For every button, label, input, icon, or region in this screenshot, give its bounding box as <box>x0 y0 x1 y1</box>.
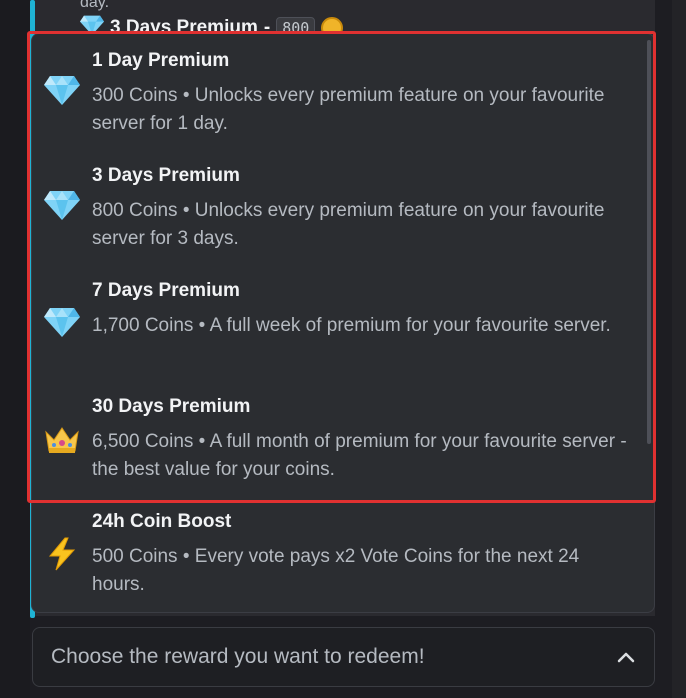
option-description: 300 Coins • Unlocks every premium featur… <box>92 85 605 134</box>
select-placeholder: Choose the reward you want to redeem! <box>51 645 425 668</box>
option-title: 3 Days Premium <box>92 165 240 186</box>
option-7-days-premium[interactable]: 7 Days Premium 1,700 Coins • A full week… <box>32 264 654 379</box>
option-3-days-premium[interactable]: 3 Days Premium 800 Coins • Unlocks every… <box>32 149 654 264</box>
lightning-icon <box>44 537 80 573</box>
option-description: 800 Coins • Unlocks every premium featur… <box>92 200 605 249</box>
option-description: 500 Coins • Every vote pays x2 Vote Coin… <box>92 546 580 595</box>
option-1-day-premium[interactable]: 1 Day Premium 300 Coins • Unlocks every … <box>32 34 654 149</box>
option-30-days-premium[interactable]: 30 Days Premium 6,500 Coins • A full mon… <box>32 380 654 495</box>
gem-icon <box>44 306 80 342</box>
sidebar-edge <box>0 0 30 698</box>
option-24h-coin-boost[interactable]: 24h Coin Boost 500 Coins • Every vote pa… <box>32 495 654 610</box>
gem-icon <box>44 74 80 110</box>
option-title: 30 Days Premium <box>92 396 251 417</box>
option-title: 7 Days Premium <box>92 280 240 301</box>
reward-dropdown-menu: 1 Day Premium 300 Coins • Unlocks every … <box>31 33 655 613</box>
reward-select[interactable]: Choose the reward you want to redeem! <box>32 627 655 687</box>
crown-icon <box>44 424 80 460</box>
right-edge <box>672 0 686 698</box>
option-description: 1,700 Coins • A full week of premium for… <box>92 315 611 336</box>
option-description: 6,500 Coins • A full month of premium fo… <box>92 431 627 480</box>
dropdown-scrollbar[interactable] <box>647 40 651 444</box>
gem-icon <box>44 189 80 225</box>
option-title: 1 Day Premium <box>92 50 230 71</box>
chevron-up-icon <box>616 648 636 668</box>
option-title: 24h Coin Boost <box>92 511 232 532</box>
previous-line: day. <box>80 0 110 11</box>
